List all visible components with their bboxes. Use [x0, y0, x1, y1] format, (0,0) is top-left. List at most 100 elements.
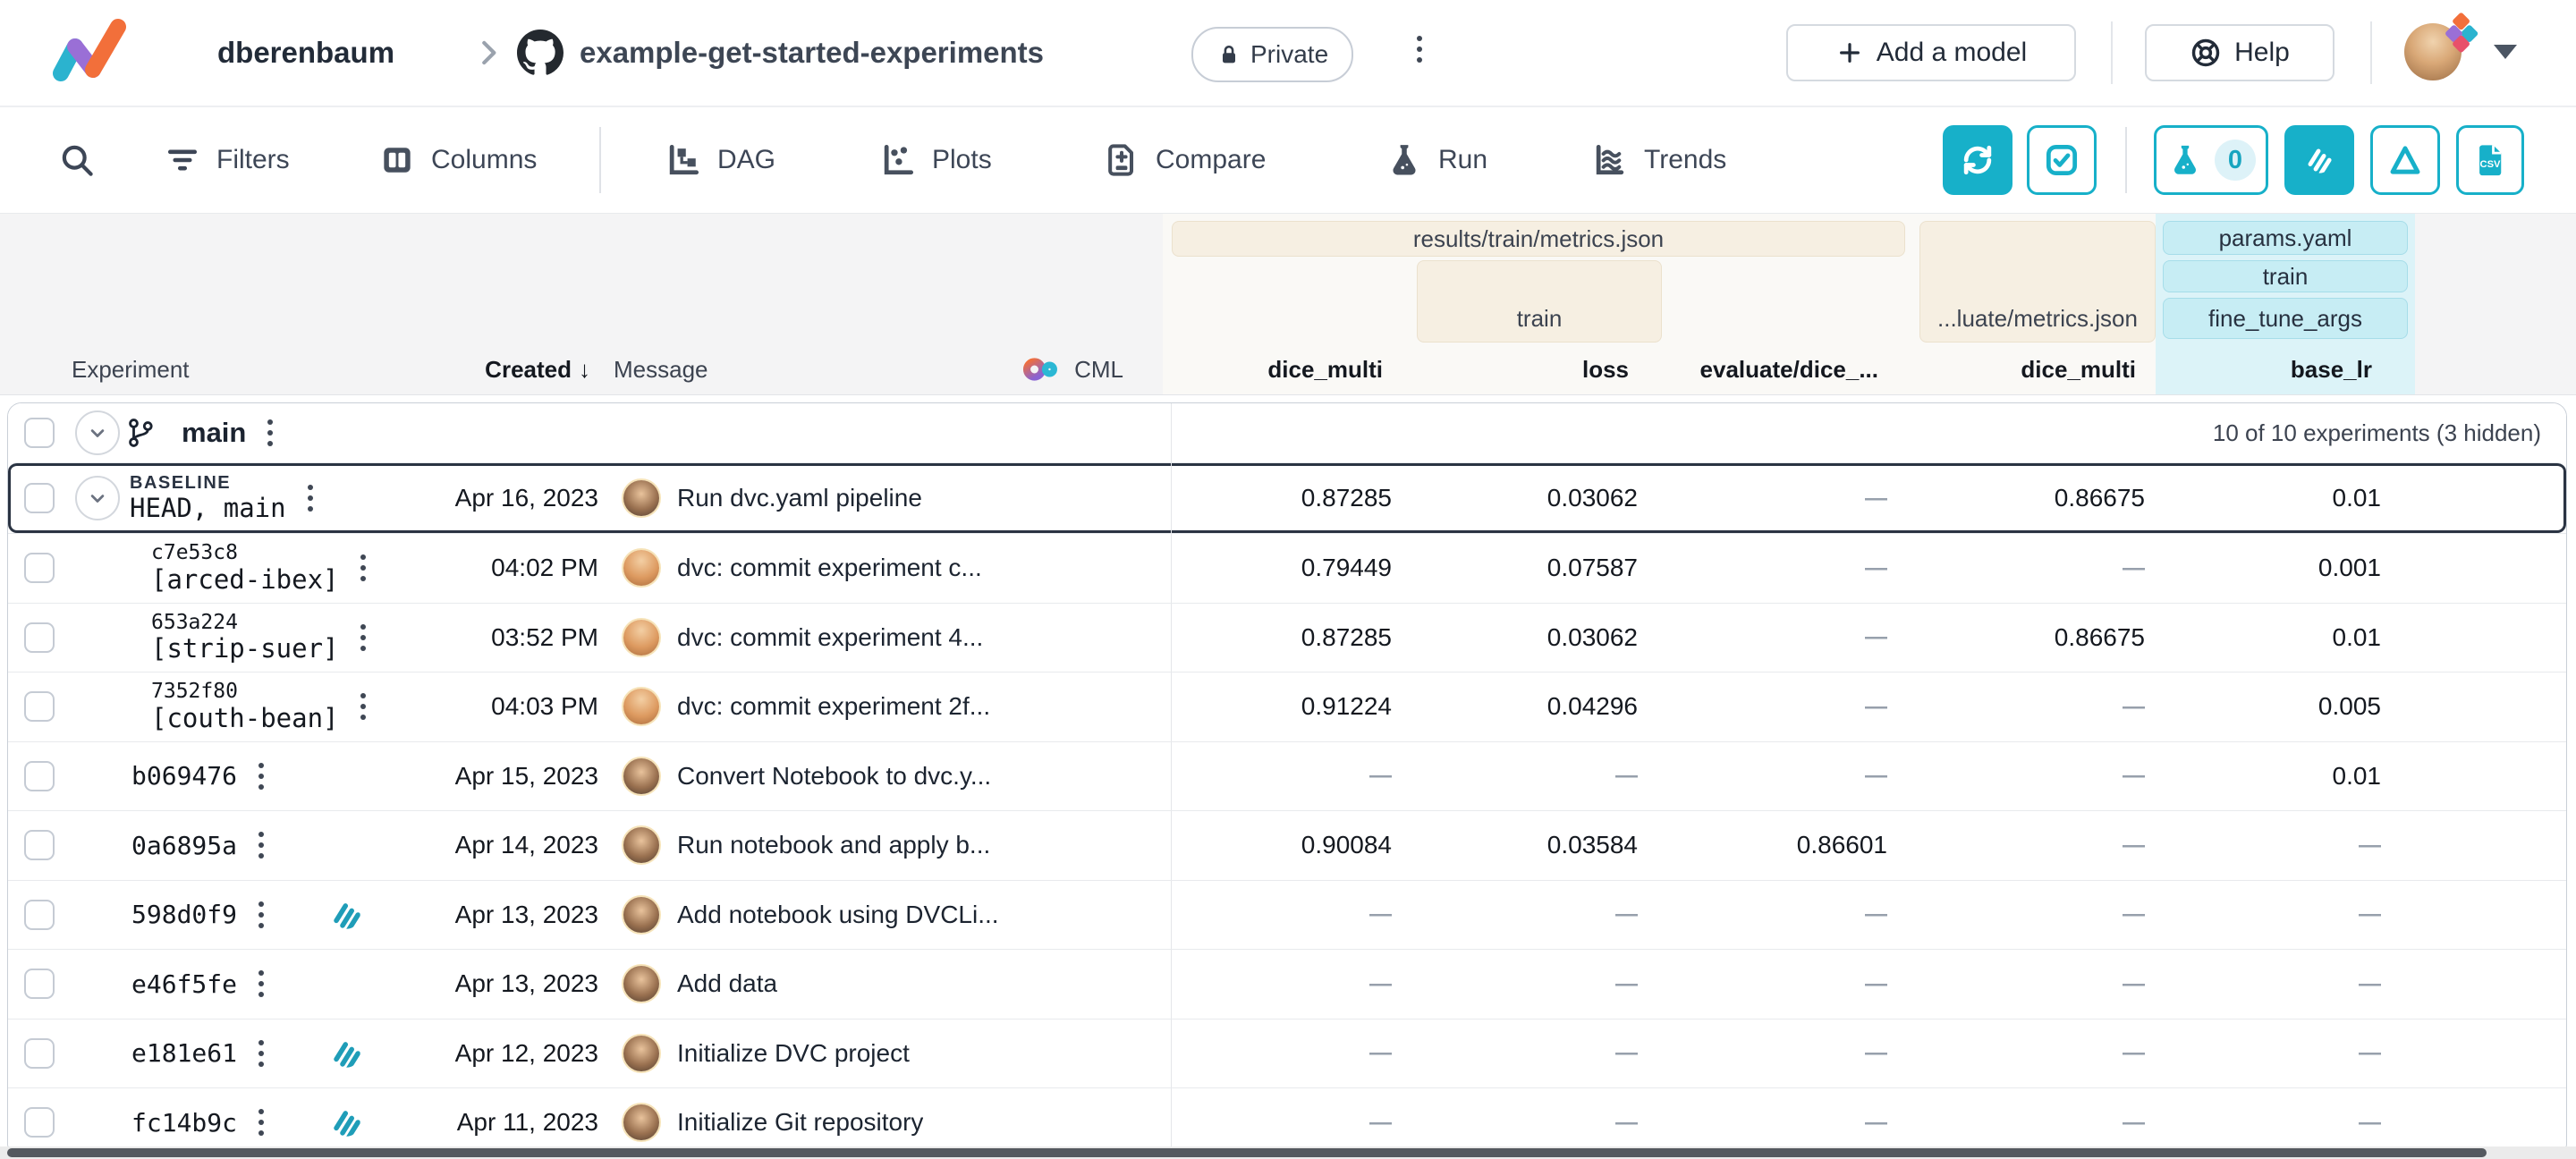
- metric-value: —: [2359, 971, 2424, 997]
- plots-button[interactable]: Plots: [878, 107, 992, 213]
- column-created[interactable]: Created ↓: [485, 350, 590, 389]
- branch-checkbox[interactable]: [24, 418, 55, 448]
- compare-diff-icon: [1102, 140, 1141, 180]
- columns-button[interactable]: Columns: [377, 107, 537, 213]
- commit-hash[interactable]: 0a6895a: [131, 831, 237, 860]
- row-checkbox[interactable]: [24, 830, 55, 860]
- user-menu-caret-icon[interactable]: [2494, 45, 2517, 59]
- collapse-commit-button[interactable]: [75, 476, 120, 520]
- table-row[interactable]: 7352f80 [couth-bean] 04:03 PM dvc: commi…: [8, 672, 2566, 741]
- commit-message[interactable]: Initialize DVC project: [677, 1039, 910, 1068]
- row-menu-button[interactable]: [258, 970, 264, 997]
- export-csv-button[interactable]: CSV: [2456, 125, 2524, 195]
- breadcrumb-repo[interactable]: example-get-started-experiments: [580, 0, 1044, 106]
- table-row[interactable]: e181e61 Apr 12, 2023 Initialize DVC proj…: [8, 1019, 2566, 1088]
- trends-icon: [1590, 140, 1630, 180]
- column-dice-multi-2[interactable]: dice_multi: [2021, 350, 2136, 389]
- row-menu-button[interactable]: [360, 624, 366, 651]
- table-row[interactable]: c7e53c8 [arced-ibex] 04:02 PM dvc: commi…: [8, 533, 2566, 603]
- running-experiments-button[interactable]: 0: [2154, 125, 2268, 195]
- branch-name[interactable]: main: [182, 417, 246, 449]
- row-menu-button[interactable]: [258, 1040, 264, 1067]
- row-checkbox[interactable]: [24, 969, 55, 999]
- metric-value: 0.90084: [1301, 831, 1404, 859]
- horizontal-scrollbar[interactable]: [0, 1146, 2576, 1159]
- row-checkbox[interactable]: [24, 691, 55, 722]
- row-menu-button[interactable]: [258, 1109, 264, 1136]
- scrollbar-thumb[interactable]: [7, 1148, 2487, 1157]
- experiment-name[interactable]: [arced-ibex]: [151, 565, 339, 594]
- branch-row-main[interactable]: main 10 of 10 experiments (3 hidden): [8, 403, 2566, 462]
- column-dice-multi[interactable]: dice_multi: [1267, 350, 1383, 389]
- row-menu-button[interactable]: [258, 763, 264, 790]
- commit-message[interactable]: Run dvc.yaml pipeline: [677, 484, 922, 512]
- experiment-name[interactable]: [strip-suer]: [151, 634, 339, 663]
- commit-message[interactable]: Add data: [677, 969, 777, 998]
- column-base-lr[interactable]: base_lr: [2291, 350, 2372, 389]
- commit-hash[interactable]: b069476: [131, 761, 237, 791]
- table-row[interactable]: 653a224 [strip-suer] 03:52 PM dvc: commi…: [8, 603, 2566, 673]
- commit-message[interactable]: dvc: commit experiment 2f...: [677, 692, 990, 721]
- row-checkbox[interactable]: [24, 553, 55, 583]
- metric-value: —: [1865, 624, 1923, 650]
- row-checkbox[interactable]: [24, 483, 55, 513]
- experiment-name[interactable]: [couth-bean]: [151, 704, 339, 732]
- toolbar-divider: [599, 127, 601, 193]
- metric-value: 0.03062: [1547, 623, 1650, 652]
- metric-value: —: [1615, 971, 1650, 997]
- row-checkbox[interactable]: [24, 761, 55, 791]
- row-checkbox[interactable]: [24, 1038, 55, 1069]
- commit-hash[interactable]: fc14b9c: [131, 1108, 237, 1138]
- collapse-branch-button[interactable]: [75, 410, 120, 455]
- commit-message[interactable]: Convert Notebook to dvc.y...: [677, 762, 991, 791]
- studio-logo-icon[interactable]: [50, 14, 143, 91]
- commit-hash[interactable]: e181e61: [131, 1038, 237, 1068]
- table-row[interactable]: b069476 Apr 15, 2023 Convert Notebook to…: [8, 741, 2566, 811]
- row-menu-button[interactable]: [258, 832, 264, 859]
- metric-value: —: [2123, 1040, 2165, 1066]
- commit-hash[interactable]: 598d0f9: [131, 900, 237, 929]
- metric-value: 0.07587: [1547, 554, 1650, 582]
- table-row[interactable]: 598d0f9 Apr 13, 2023 Add notebook using …: [8, 880, 2566, 950]
- filters-button[interactable]: Filters: [163, 107, 290, 213]
- commit-hash[interactable]: e46f5fe: [131, 969, 237, 999]
- select-all-button[interactable]: [2027, 125, 2097, 195]
- commit-message[interactable]: Initialize Git repository: [677, 1108, 923, 1137]
- row-menu-button[interactable]: [308, 485, 313, 512]
- dvc-stripes-icon: [326, 1034, 366, 1073]
- breadcrumb-user[interactable]: dberenbaum: [217, 0, 394, 106]
- column-loss[interactable]: loss: [1582, 350, 1629, 389]
- experiment-hash: c7e53c8: [151, 542, 339, 565]
- table-row[interactable]: fc14b9c Apr 11, 2023 Initialize Git repo…: [8, 1087, 2566, 1148]
- metric-value: 0.91224: [1301, 692, 1404, 721]
- row-checkbox[interactable]: [24, 900, 55, 930]
- repo-menu-button[interactable]: [1417, 36, 1422, 63]
- table-row[interactable]: 0a6895a Apr 14, 2023 Run notebook and ap…: [8, 810, 2566, 880]
- run-button[interactable]: Run: [1385, 107, 1487, 213]
- branch-menu-button[interactable]: [267, 419, 273, 446]
- help-button[interactable]: Help: [2145, 24, 2334, 81]
- commit-message[interactable]: dvc: commit experiment c...: [677, 554, 982, 582]
- row-menu-button[interactable]: [360, 693, 366, 720]
- add-model-button[interactable]: Add a model: [1786, 24, 2076, 81]
- trends-button[interactable]: Trends: [1590, 107, 1726, 213]
- table-row[interactable]: e46f5fe Apr 13, 2023 Add data — — — — —: [8, 949, 2566, 1019]
- search-button[interactable]: [57, 107, 97, 213]
- dag-button[interactable]: DAG: [664, 107, 775, 213]
- metric-value: —: [2359, 1040, 2424, 1066]
- commit-message[interactable]: dvc: commit experiment 4...: [677, 623, 983, 652]
- private-badge-label: Private: [1250, 40, 1328, 69]
- row-menu-button[interactable]: [360, 554, 366, 581]
- commit-message[interactable]: Run notebook and apply b...: [677, 831, 990, 859]
- baseline-ref[interactable]: HEAD, main: [130, 494, 286, 523]
- row-checkbox[interactable]: [24, 1107, 55, 1138]
- row-menu-button[interactable]: [258, 901, 264, 928]
- commit-message[interactable]: Add notebook using DVCLi...: [677, 901, 999, 929]
- compare-button[interactable]: Compare: [1102, 107, 1266, 213]
- delta-toggle-button[interactable]: [2370, 125, 2440, 195]
- refresh-button[interactable]: [1943, 125, 2012, 195]
- table-row-baseline[interactable]: BASELINE HEAD, main Apr 16, 2023 Run dvc…: [8, 462, 2566, 533]
- column-evaluate-dice[interactable]: evaluate/dice_...: [1700, 350, 1878, 389]
- row-checkbox[interactable]: [24, 622, 55, 653]
- show-hidden-commits-button[interactable]: [2284, 125, 2354, 195]
